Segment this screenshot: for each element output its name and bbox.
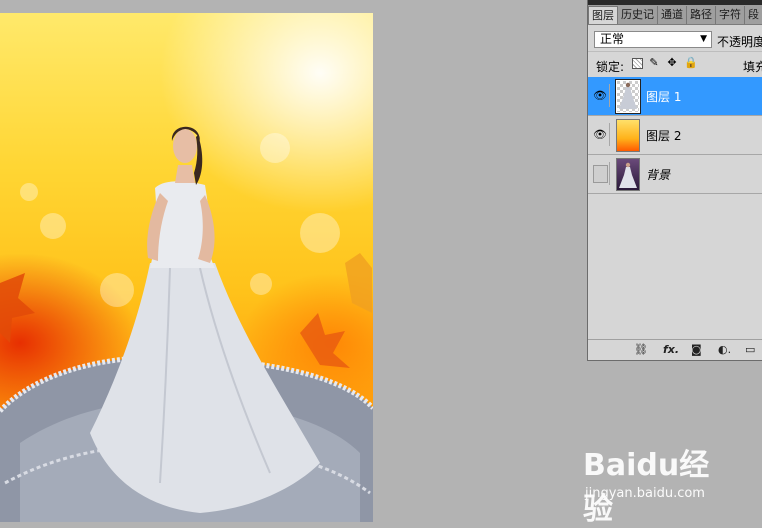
layer-row-background[interactable]: 背景 [588,155,762,194]
fill-label: 填充 [743,60,762,74]
bride-thumbnail-icon [619,82,637,109]
bride-illustration [0,126,373,522]
watermark-logo: Baidu经验 [583,448,710,527]
watermark-url: jingyan.baidu.com [585,486,705,501]
add-mask-icon[interactable]: ◙ [691,343,702,357]
layer-name: 背景 [646,168,671,182]
tab-layers[interactable]: 图层 [588,6,618,24]
tab-channels[interactable]: 通道 [658,6,687,24]
document-canvas[interactable] [0,13,373,522]
link-layers-icon[interactable]: ⛓ [634,343,648,357]
bride-thumbnail-icon [619,162,637,188]
adjustment-layer-icon[interactable]: ◐. [718,343,731,357]
new-group-icon[interactable]: ▭ [745,343,755,357]
lock-label: 锁定: [596,60,625,74]
panel-tabs: 图层 历史记 通道 路径 字符段 [588,5,762,25]
tab-character[interactable]: 字符 [716,6,745,24]
panel-footer: ⛓ fx. ◙ ◐. ▭ [588,339,762,360]
layer-thumbnail [616,119,640,152]
lock-row: 锁定: ✎ ✥ 🔒 填充 [588,51,762,78]
dropdown-arrow-icon: ▼ [700,34,707,44]
eye-icon[interactable]: 👁 [591,123,610,146]
layer-thumbnail [616,80,640,113]
lock-all-icon[interactable]: 🔒 [684,57,698,69]
tab-paths[interactable]: 路径 [687,6,716,24]
fx-icon[interactable]: fx. [663,343,679,357]
baidu-watermark: Baidu经验 jingyan.baidu.com [583,440,733,527]
layers-list: 👁 图层 1 👁 图层 2 背景 [588,77,762,194]
layer-row-layer1[interactable]: 👁 图层 1 [588,77,762,116]
lock-image-icon[interactable]: ✎ [648,57,660,69]
tab-paragraph[interactable]: 段 [745,6,762,24]
layer-name: 图层 1 [646,90,682,104]
eye-hidden-icon[interactable] [591,162,610,185]
layer-options-row: 正常 ▼ 不透明度 [588,25,762,51]
blend-mode-value: 正常 [600,32,625,46]
blend-mode-select[interactable]: 正常 ▼ [594,31,712,48]
layers-panel: 图层 历史记 通道 路径 字符段 正常 ▼ 不透明度 锁定: ✎ ✥ 🔒 填充 👁 图层… [587,0,762,361]
tab-history[interactable]: 历史记 [618,6,658,24]
lock-position-icon[interactable]: ✥ [666,57,678,69]
layer-name: 图层 2 [646,129,682,143]
layer-row-layer2[interactable]: 👁 图层 2 [588,116,762,155]
opacity-label: 不透明度 [717,35,762,49]
layer-thumbnail [616,158,640,191]
eye-icon[interactable]: 👁 [591,84,610,107]
lock-transparent-icon[interactable] [632,58,643,69]
